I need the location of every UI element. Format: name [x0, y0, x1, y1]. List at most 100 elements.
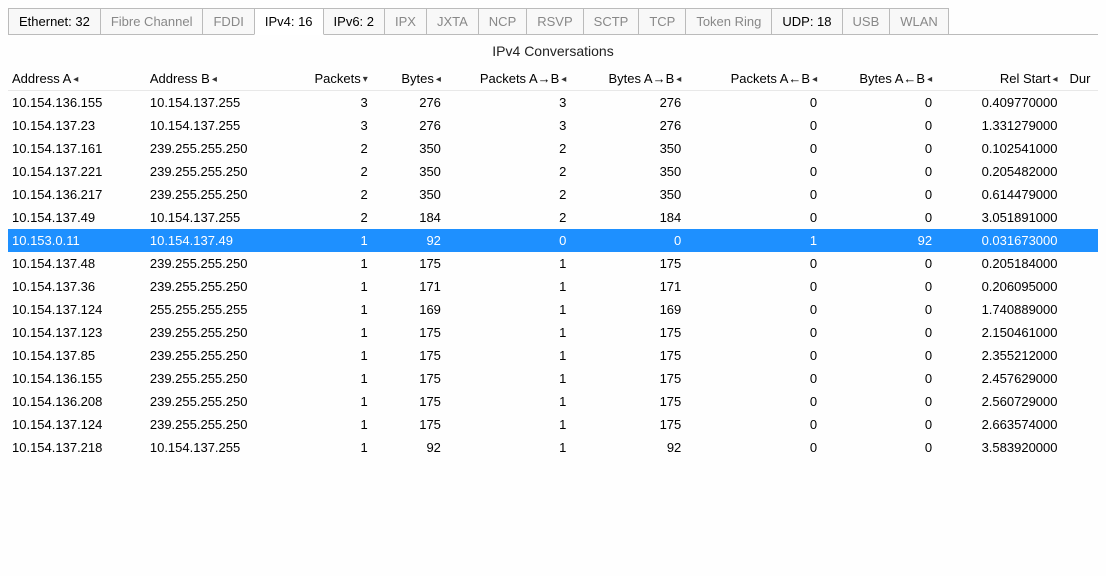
cell-packets-b-a: 0 — [687, 91, 823, 115]
cell-bytes: 350 — [374, 160, 447, 183]
cell-packets: 1 — [290, 413, 374, 436]
sort-indicator-icon: ◂ — [212, 74, 217, 85]
conversations-table: Address A◂Address B◂Packets▾Bytes◂Packet… — [8, 67, 1098, 459]
cell-bytes: 171 — [374, 275, 447, 298]
tab-wlan[interactable]: WLAN — [889, 8, 949, 34]
cell-address-b: 10.154.137.49 — [144, 229, 290, 252]
cell-packets: 1 — [290, 436, 374, 459]
table-row[interactable]: 10.154.137.21810.154.137.255192192003.58… — [8, 436, 1098, 459]
tab-fibre-channel[interactable]: Fibre Channel — [100, 8, 204, 34]
column-header-address-a[interactable]: Address A◂ — [8, 67, 144, 91]
cell-packets-a-b: 1 — [447, 436, 572, 459]
tab-ethernet-32[interactable]: Ethernet: 32 — [8, 8, 101, 34]
table-row[interactable]: 10.154.136.217239.255.255.25023502350000… — [8, 183, 1098, 206]
tab-jxta[interactable]: JXTA — [426, 8, 479, 34]
cell-packets-a-b: 1 — [447, 413, 572, 436]
cell-packets-b-a: 0 — [687, 367, 823, 390]
cell-bytes-a-b: 169 — [572, 298, 687, 321]
cell-bytes-b-a: 0 — [823, 321, 938, 344]
table-row[interactable]: 10.154.137.124255.255.255.25511691169001… — [8, 298, 1098, 321]
cell-address-a: 10.154.136.155 — [8, 91, 144, 115]
cell-bytes: 184 — [374, 206, 447, 229]
column-header-bytes-a-b[interactable]: Bytes A→B◂ — [572, 67, 687, 91]
table-row[interactable]: 10.154.137.85239.255.255.25011751175002.… — [8, 344, 1098, 367]
tab-usb[interactable]: USB — [842, 8, 891, 34]
tab-fddi[interactable]: FDDI — [202, 8, 254, 34]
cell-packets: 1 — [290, 275, 374, 298]
cell-bytes: 175 — [374, 367, 447, 390]
table-row[interactable]: 10.154.137.221239.255.255.25023502350000… — [8, 160, 1098, 183]
cell-bytes-b-a: 0 — [823, 436, 938, 459]
column-header-packets-a-b[interactable]: Packets A←B◂ — [687, 67, 823, 91]
table-row[interactable]: 10.154.136.208239.255.255.25011751175002… — [8, 390, 1098, 413]
column-label: Address A — [12, 71, 71, 86]
table-row[interactable]: 10.154.137.161239.255.255.25023502350000… — [8, 137, 1098, 160]
cell-bytes-b-a: 0 — [823, 413, 938, 436]
column-header-address-b[interactable]: Address B◂ — [144, 67, 290, 91]
cell-packets-a-b: 2 — [447, 160, 572, 183]
tab-ipv6-2[interactable]: IPv6: 2 — [323, 8, 385, 34]
cell-address-a: 10.154.137.49 — [8, 206, 144, 229]
cell-rel-start: 2.560729000 — [938, 390, 1063, 413]
column-header-packets-a-b[interactable]: Packets A→B◂ — [447, 67, 572, 91]
column-header-packets[interactable]: Packets▾ — [290, 67, 374, 91]
cell-packets-b-a: 0 — [687, 252, 823, 275]
table-row[interactable]: 10.154.137.124239.255.255.25011751175002… — [8, 413, 1098, 436]
sort-indicator-icon: ◂ — [1052, 74, 1057, 85]
column-label: Dur — [1070, 71, 1091, 86]
cell-packets: 2 — [290, 160, 374, 183]
column-header-bytes-a-b[interactable]: Bytes A←B◂ — [823, 67, 938, 91]
cell-packets-b-a: 0 — [687, 390, 823, 413]
tab-token-ring[interactable]: Token Ring — [685, 8, 772, 34]
cell-rel-start: 0.206095000 — [938, 275, 1063, 298]
cell-packets-a-b: 1 — [447, 390, 572, 413]
cell-address-b: 10.154.137.255 — [144, 206, 290, 229]
tab-sctp[interactable]: SCTP — [583, 8, 640, 34]
cell-bytes-b-a: 0 — [823, 91, 938, 115]
column-header-bytes[interactable]: Bytes◂ — [374, 67, 447, 91]
cell-duration — [1064, 137, 1099, 160]
cell-address-a: 10.154.137.48 — [8, 252, 144, 275]
column-label: Packets A→B — [480, 71, 559, 86]
cell-packets-a-b: 1 — [447, 344, 572, 367]
cell-rel-start: 0.614479000 — [938, 183, 1063, 206]
cell-packets-b-a: 1 — [687, 229, 823, 252]
tab-ipv4-16[interactable]: IPv4: 16 — [254, 8, 324, 35]
tab-ncp[interactable]: NCP — [478, 8, 527, 34]
tab-rsvp[interactable]: RSVP — [526, 8, 583, 34]
table-row[interactable]: 10.153.0.1110.154.137.49192001920.031673… — [8, 229, 1098, 252]
cell-address-b: 239.255.255.250 — [144, 367, 290, 390]
cell-bytes-a-b: 171 — [572, 275, 687, 298]
column-label: Bytes — [401, 71, 434, 86]
cell-address-b: 239.255.255.250 — [144, 321, 290, 344]
cell-bytes-b-a: 0 — [823, 390, 938, 413]
cell-address-a: 10.154.136.208 — [8, 390, 144, 413]
cell-address-b: 239.255.255.250 — [144, 137, 290, 160]
cell-bytes-a-b: 276 — [572, 91, 687, 115]
table-row[interactable]: 10.154.137.48239.255.255.25011751175000.… — [8, 252, 1098, 275]
cell-bytes-a-b: 175 — [572, 252, 687, 275]
table-row[interactable]: 10.154.136.15510.154.137.25532763276000.… — [8, 91, 1098, 115]
table-row[interactable]: 10.154.136.155239.255.255.25011751175002… — [8, 367, 1098, 390]
tab-udp-18[interactable]: UDP: 18 — [771, 8, 842, 34]
cell-bytes: 276 — [374, 114, 447, 137]
cell-bytes-a-b: 350 — [572, 137, 687, 160]
tab-tcp[interactable]: TCP — [638, 8, 686, 34]
column-header-rel-start[interactable]: Rel Start◂ — [938, 67, 1063, 91]
cell-duration — [1064, 298, 1099, 321]
column-header-dur[interactable]: Dur — [1064, 67, 1099, 91]
protocol-tabs: Ethernet: 32Fibre ChannelFDDIIPv4: 16IPv… — [8, 8, 1098, 35]
table-row[interactable]: 10.154.137.2310.154.137.25532763276001.3… — [8, 114, 1098, 137]
cell-duration — [1064, 367, 1099, 390]
cell-packets-b-a: 0 — [687, 321, 823, 344]
table-row[interactable]: 10.154.137.36239.255.255.25011711171000.… — [8, 275, 1098, 298]
cell-duration — [1064, 114, 1099, 137]
cell-bytes-a-b: 276 — [572, 114, 687, 137]
table-row[interactable]: 10.154.137.4910.154.137.25521842184003.0… — [8, 206, 1098, 229]
tab-ipx[interactable]: IPX — [384, 8, 427, 34]
cell-rel-start: 2.663574000 — [938, 413, 1063, 436]
table-row[interactable]: 10.154.137.123239.255.255.25011751175002… — [8, 321, 1098, 344]
cell-bytes-b-a: 0 — [823, 344, 938, 367]
column-label: Address B — [150, 71, 210, 86]
cell-duration — [1064, 344, 1099, 367]
